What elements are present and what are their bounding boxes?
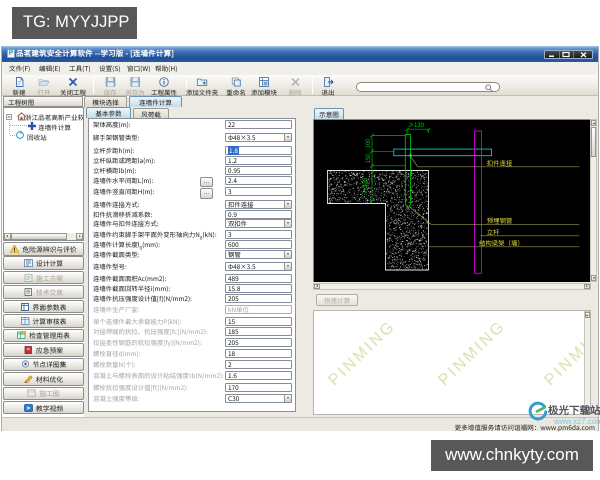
svg-text:100: 100 bbox=[363, 137, 372, 148]
svg-text:立杆: 立杆 bbox=[487, 227, 500, 236]
svg-text:结构梁架（墙）: 结构梁架（墙） bbox=[479, 238, 524, 247]
svg-text:预埋钢管: 预埋钢管 bbox=[487, 216, 513, 225]
svg-text:150: 150 bbox=[363, 152, 372, 163]
svg-text:≥300: ≥300 bbox=[360, 177, 369, 194]
svg-text:≥120: ≥120 bbox=[408, 120, 425, 129]
svg-text:扣件连接: 扣件连接 bbox=[487, 158, 513, 167]
